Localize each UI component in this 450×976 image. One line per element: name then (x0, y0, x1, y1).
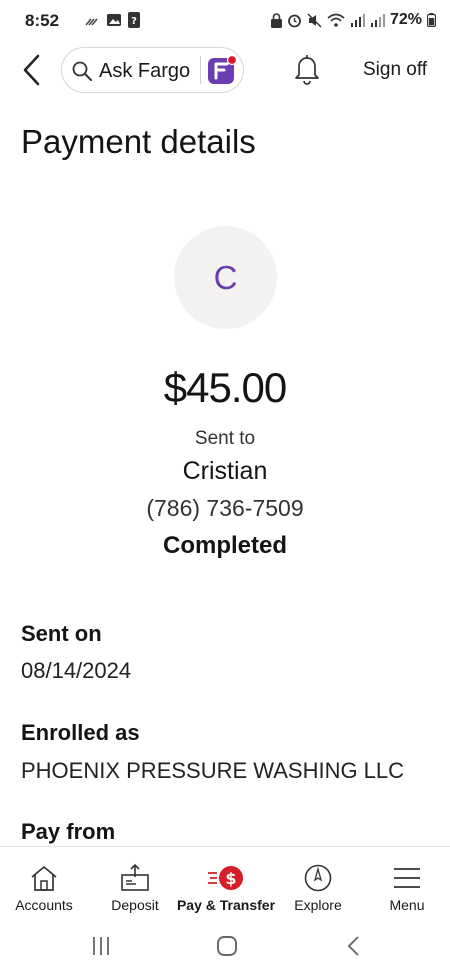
recents-icon[interactable] (90, 935, 112, 957)
back-icon[interactable] (343, 935, 365, 957)
status-bar: 8:52 ? 72% (0, 0, 450, 42)
status-time: 8:52 (25, 11, 60, 30)
nav-menu[interactable]: Menu (371, 847, 443, 919)
wifi-icon (327, 13, 345, 27)
nav-accounts[interactable]: Accounts (8, 847, 80, 919)
nav-explore[interactable]: Explore (282, 847, 354, 919)
alarm-icon (288, 14, 301, 27)
status-left-icons: ? (84, 12, 140, 28)
status-right-icons: 72% (270, 11, 436, 29)
divider (200, 56, 201, 84)
missed-call-icon (85, 18, 98, 26)
ask-fargo-button[interactable]: Ask Fargo (61, 47, 244, 93)
nav-explore-label: Explore (294, 897, 342, 913)
back-button[interactable] (20, 53, 50, 87)
compass-icon (304, 864, 332, 892)
payment-status: Completed (162, 532, 287, 559)
dollar-send-icon: $ (208, 866, 243, 890)
pay-from-label: Pay from (21, 819, 116, 844)
house-icon (31, 866, 57, 891)
chevron-left-icon (23, 54, 40, 86)
battery-percent: 72% (389, 11, 422, 28)
sent-to-label: Sent to (194, 428, 256, 449)
home-icon[interactable] (216, 935, 238, 957)
bell-icon[interactable] (293, 53, 321, 85)
svg-text:?: ? (131, 16, 137, 27)
nav-deposit-label: Deposit (111, 897, 159, 913)
image-icon (107, 14, 121, 26)
search-icon (72, 61, 92, 81)
bottom-navigation: Accounts Deposit $ Pay & Transfer Explor… (0, 846, 450, 918)
recipient-avatar: C (174, 226, 277, 329)
battery-icon (427, 13, 436, 27)
nav-pay-transfer[interactable]: $ Pay & Transfer (176, 847, 276, 919)
system-navigation-bar (0, 918, 450, 976)
enrolled-as-label: Enrolled as (21, 720, 140, 745)
lock-icon (270, 12, 282, 28)
app-header: Ask Fargo Sign off (0, 44, 450, 96)
ask-fargo-label: Ask Fargo (99, 60, 191, 82)
sent-on-label: Sent on (21, 621, 102, 646)
nav-menu-label: Menu (389, 897, 425, 913)
check-deposit-icon (121, 863, 149, 891)
nav-accounts-label: Accounts (15, 897, 73, 913)
hamburger-icon (394, 868, 420, 888)
page-title: Payment details (21, 123, 256, 160)
fargo-assistant-icon (208, 55, 237, 84)
svg-text:$: $ (225, 869, 236, 888)
sign-off-link[interactable]: Sign off (363, 59, 427, 81)
sent-on-value: 08/14/2024 (21, 658, 132, 683)
enrolled-as-value: PHOENIX PRESSURE WASHING LLC (21, 758, 405, 783)
notification-icon: ? (128, 12, 140, 28)
signal-icon (370, 14, 385, 27)
payment-amount: $45.00 (163, 364, 287, 411)
recipient-name: Cristian (182, 457, 268, 485)
avatar-initial: C (213, 258, 238, 296)
signal-icon (350, 14, 365, 27)
nav-pay-transfer-label: Pay & Transfer (176, 897, 276, 913)
nav-deposit[interactable]: Deposit (99, 847, 171, 919)
mute-icon (307, 12, 322, 28)
recipient-phone: (786) 736-7509 (146, 495, 304, 521)
